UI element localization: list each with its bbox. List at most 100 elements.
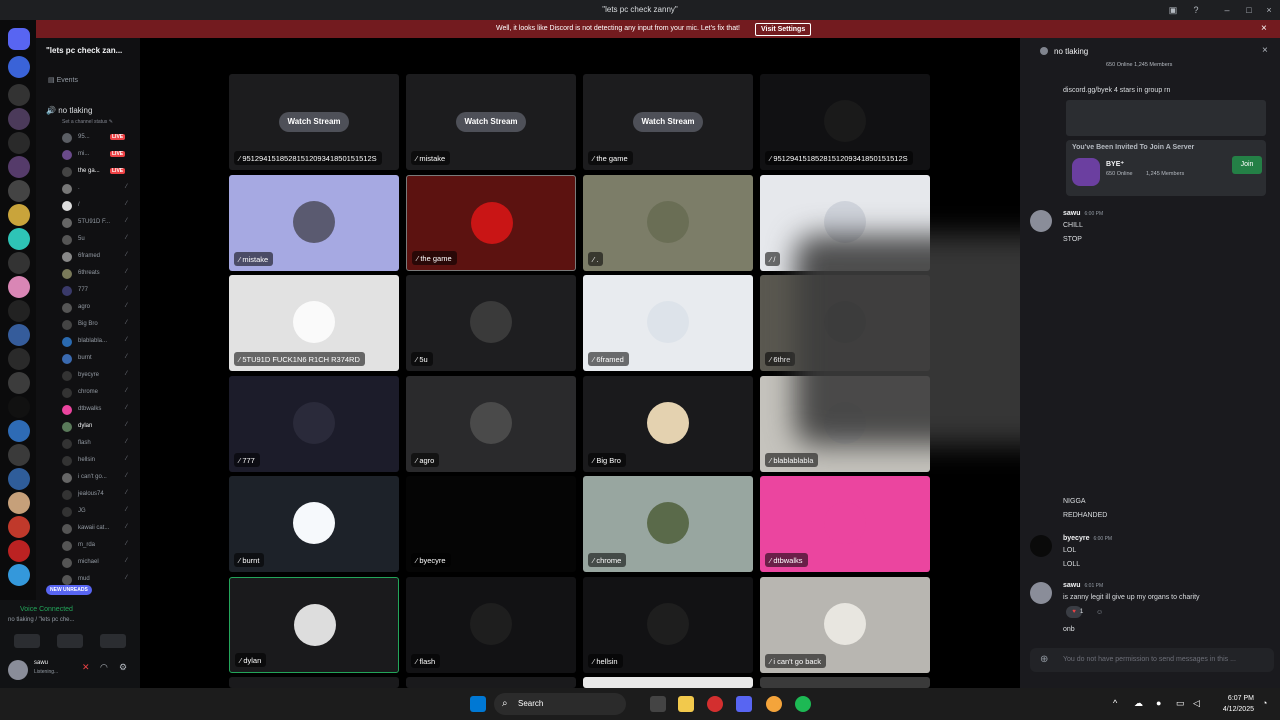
video-tile[interactable]: ⁄ 5u	[406, 275, 576, 371]
banner-close-icon[interactable]: ×	[1261, 23, 1267, 34]
opera-icon[interactable]	[707, 696, 723, 712]
voice-member[interactable]: 5u ⁄	[62, 234, 138, 246]
video-tile[interactable]: ⁄ dylan	[229, 576, 399, 673]
activity-icon[interactable]	[100, 634, 126, 648]
voice-member[interactable]: blablabla... ⁄	[62, 336, 138, 348]
server-icon[interactable]	[8, 420, 30, 442]
voice-member[interactable]: 95... LIVE	[62, 132, 138, 144]
server-icon[interactable]	[8, 564, 30, 586]
message-author[interactable]: sawu 6:01 PM	[1063, 582, 1103, 589]
voice-member[interactable]: mi... LIVE	[62, 149, 138, 161]
video-tile[interactable]: ⁄ dtbwalks	[760, 476, 930, 572]
home-icon[interactable]	[8, 28, 30, 50]
server-icon[interactable]	[8, 468, 30, 490]
server-icon[interactable]	[8, 84, 30, 106]
video-tile[interactable]: ⁄ Big Bro	[583, 375, 753, 472]
video-tile[interactable]: ⁄ 777	[229, 375, 399, 472]
server-icon[interactable]	[8, 540, 30, 562]
add-reaction-icon[interactable]: ☺	[1096, 609, 1103, 616]
close-window-button[interactable]: ×	[1262, 3, 1276, 17]
message-author[interactable]: sawu 6:00 PM	[1063, 210, 1103, 217]
watch-stream-button[interactable]: Watch Stream	[633, 112, 703, 132]
server-icon[interactable]	[8, 252, 30, 274]
windows-start-icon[interactable]	[470, 696, 486, 712]
screen-share-icon[interactable]	[57, 634, 83, 648]
voice-member[interactable]: chrome ⁄	[62, 387, 138, 399]
avatar[interactable]	[1030, 535, 1052, 557]
video-tile[interactable]: Watch Stream ⁄ the game	[583, 74, 753, 170]
video-tile[interactable]: Watch Stream ⁄ mistake	[406, 74, 576, 170]
server-icon[interactable]	[8, 132, 30, 154]
join-button[interactable]: Join	[1232, 156, 1262, 174]
server-icon[interactable]	[8, 276, 30, 298]
voice-member[interactable]: the ga... LIVE	[62, 166, 138, 178]
voice-member[interactable]: flash ⁄	[62, 438, 138, 450]
voice-member[interactable]: 6threats ⁄	[62, 268, 138, 280]
discord-taskbar-icon[interactable]	[736, 696, 752, 712]
spotify-icon[interactable]	[795, 696, 811, 712]
voice-member[interactable]: i can't go... ⁄	[62, 472, 138, 484]
voice-member[interactable]: burnt ⁄	[62, 353, 138, 365]
voice-member[interactable]: Big Bro ⁄	[62, 319, 138, 331]
voice-member[interactable]: michael ⁄	[62, 557, 138, 569]
volume-icon[interactable]: ◁	[1193, 698, 1200, 709]
message-input[interactable]: ⊕ You do not have permission to send mes…	[1030, 648, 1274, 672]
new-unreads-pill[interactable]: NEW UNREADS	[46, 585, 92, 595]
file-explorer-icon[interactable]	[678, 696, 694, 712]
server-icon[interactable]	[8, 492, 30, 514]
voice-member[interactable]: dylan ⁄	[62, 421, 138, 433]
server-icon[interactable]	[8, 348, 30, 370]
server-icon[interactable]	[8, 396, 30, 418]
avatar[interactable]	[8, 660, 28, 680]
voice-member[interactable]: jealous74 ⁄	[62, 489, 138, 501]
voice-member[interactable]: dtbwalks ⁄	[62, 404, 138, 416]
message-link[interactable]: discord.gg/byek 4 stars in group rn	[1063, 87, 1170, 94]
video-tile[interactable]: ⁄ chrome	[583, 476, 753, 572]
server-icon[interactable]	[8, 56, 30, 78]
watch-stream-button[interactable]: Watch Stream	[456, 112, 526, 132]
chevron-up-icon[interactable]: ^	[1113, 698, 1117, 708]
help-icon[interactable]: ?	[1189, 3, 1203, 17]
voice-member[interactable]: 777 ⁄	[62, 285, 138, 297]
video-tile[interactable]: ⁄ byecyre	[406, 476, 576, 572]
watch-stream-button[interactable]: Watch Stream	[279, 112, 349, 132]
noise-icon[interactable]	[14, 634, 40, 648]
mic-muted-icon[interactable]: ✕	[82, 662, 90, 673]
server-icon[interactable]	[8, 324, 30, 346]
server-name[interactable]: "lets pc check zan...	[46, 46, 122, 55]
clock[interactable]: 6:07 PM 4/12/2025	[1214, 693, 1254, 715]
mic-icon[interactable]: ●	[1156, 698, 1161, 708]
close-chat-icon[interactable]: ×	[1262, 45, 1268, 56]
avatar[interactable]	[1030, 210, 1052, 232]
headphones-icon[interactable]: ◠	[100, 662, 108, 673]
voice-member[interactable]: kawaii cat... ⁄	[62, 523, 138, 535]
channel-status[interactable]: Set a channel status ✎	[62, 119, 113, 125]
video-tile[interactable]: ⁄ flash	[406, 576, 576, 673]
video-tile[interactable]: ⁄ mistake	[229, 174, 399, 271]
notification-icon[interactable]: ◔	[1262, 698, 1267, 708]
gear-icon[interactable]: ⚙	[119, 662, 127, 673]
video-tile[interactable]: ⁄ i can't go back	[760, 576, 930, 673]
voice-member[interactable]: hellsin ⁄	[62, 455, 138, 467]
server-icon[interactable]	[8, 228, 30, 250]
video-tile[interactable]	[583, 677, 753, 688]
server-icon[interactable]	[8, 180, 30, 202]
cloud-icon[interactable]: ☁	[1134, 698, 1143, 709]
server-icon[interactable]	[8, 516, 30, 538]
visit-settings-button[interactable]: Visit Settings	[755, 23, 812, 36]
voice-member[interactable]: / ⁄	[62, 200, 138, 212]
video-tile[interactable]: ⁄ burnt	[229, 476, 399, 572]
video-tile[interactable]	[229, 677, 399, 688]
network-icon[interactable]: ▭	[1176, 698, 1185, 709]
video-tile[interactable]: ⁄ .	[583, 174, 753, 271]
search-bar[interactable]: ⌕ Search	[494, 693, 626, 715]
video-tile[interactable]: ⁄ hellsin	[583, 576, 753, 673]
voice-member[interactable]: m_rda ⁄	[62, 540, 138, 552]
video-tile[interactable]	[406, 677, 576, 688]
voice-member[interactable]: . ⁄	[62, 183, 138, 195]
server-icon[interactable]	[8, 156, 30, 178]
maximize-button[interactable]: □	[1242, 3, 1256, 17]
message-author[interactable]: byecyre 6:00 PM	[1063, 535, 1112, 542]
voice-channel[interactable]: 🔊 no tlaking	[46, 106, 92, 115]
voice-member[interactable]: 5TU91D F... ⁄	[62, 217, 138, 229]
